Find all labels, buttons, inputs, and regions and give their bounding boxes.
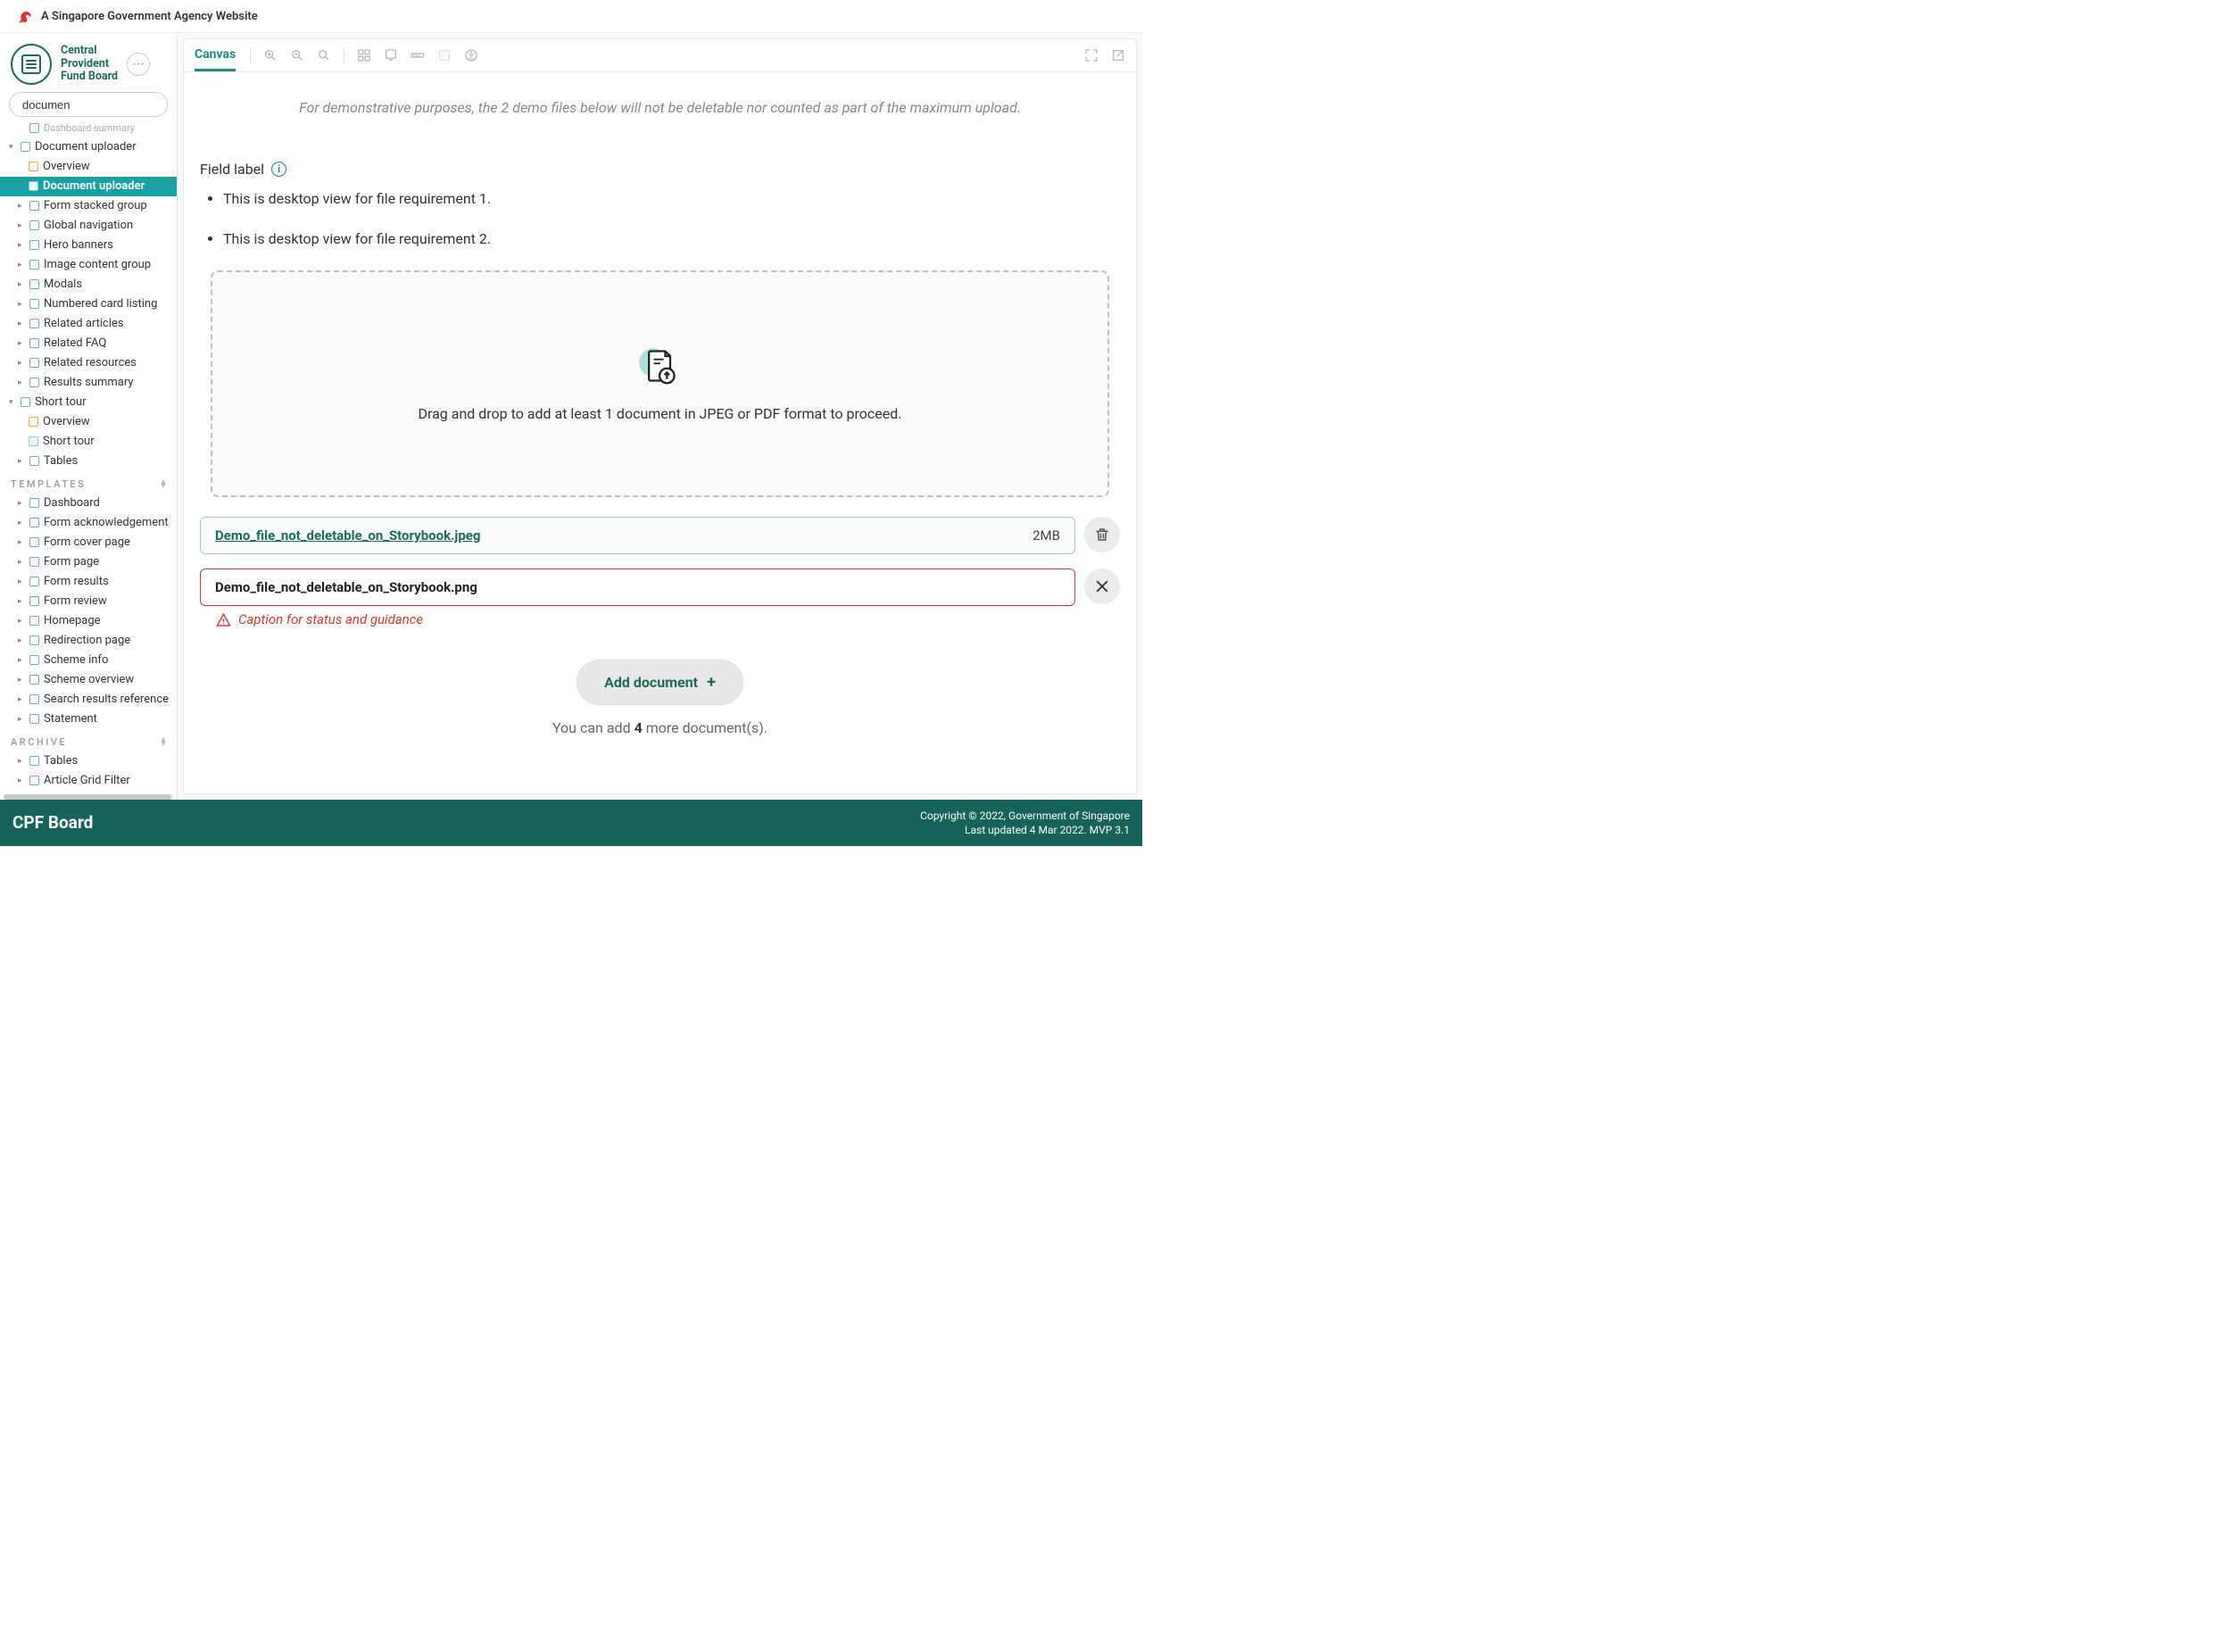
tree-item[interactable]: ▸Scheme overview <box>0 670 177 690</box>
search-input[interactable] <box>22 98 179 112</box>
tree-item[interactable]: ▸Global navigation <box>0 216 177 236</box>
requirement-item: This is desktop view for file requiremen… <box>223 190 1120 207</box>
outline-icon[interactable] <box>437 48 452 62</box>
close-icon <box>1094 578 1110 594</box>
info-icon[interactable]: i <box>271 162 286 177</box>
file-row: Demo_file_not_deletable_on_Storybook.png… <box>184 569 1136 627</box>
accessibility-icon[interactable] <box>464 48 478 62</box>
tree-item[interactable]: ▸Form acknowledgement <box>0 513 177 533</box>
brand-seal-icon <box>11 44 52 85</box>
file-name[interactable]: Demo_file_not_deletable_on_Storybook.jpe… <box>215 527 480 544</box>
brand-more-button[interactable]: ⋯ <box>127 53 150 76</box>
tree-item[interactable]: ▸Dashboard <box>0 494 177 513</box>
brand-text: Central Provident Fund Board <box>61 45 118 83</box>
lion-icon <box>16 7 34 25</box>
tree-item[interactable]: ▸Scheme info <box>0 651 177 670</box>
navigation-tree: Dashboard summary ▾Document uploader Ove… <box>0 122 177 794</box>
add-document-button[interactable]: Add document + <box>576 660 743 705</box>
viewport-icon[interactable] <box>384 48 398 62</box>
footer-title: CPF Board <box>12 812 93 833</box>
tree-item-short-tour-folder[interactable]: ▾Short tour <box>0 393 177 412</box>
error-caption: Caption for status and guidance <box>200 606 1075 627</box>
gov-banner-text: A Singapore Government Agency Website <box>41 10 258 23</box>
section-archive[interactable]: ARCHIVE ▴▾ <box>0 729 177 751</box>
tree-item[interactable]: ▸Form results <box>0 572 177 592</box>
zoom-out-icon[interactable] <box>290 48 304 62</box>
tree-item[interactable]: ▸Related articles <box>0 314 177 334</box>
tree-item[interactable]: ▸Tables <box>0 452 177 471</box>
tree-item-document-uploader[interactable]: Document uploader <box>0 177 177 196</box>
tree-item[interactable]: ▸Numbered card listing <box>0 295 177 314</box>
add-note: You can add 4 more document(s). <box>184 719 1136 736</box>
fullscreen-icon[interactable] <box>1084 48 1099 62</box>
tree-item[interactable]: ▸Redirection page <box>0 631 177 651</box>
canvas-header: Canvas <box>183 38 1137 72</box>
tree-item[interactable]: ▸Form stacked group <box>0 196 177 216</box>
file-card-error[interactable]: Demo_file_not_deletable_on_Storybook.png <box>200 569 1075 606</box>
collapse-icon: ▴▾ <box>161 737 168 746</box>
tree-item-cut: Dashboard summary <box>0 122 177 137</box>
footer-meta: Copyright © 2022, Government of Singapor… <box>920 809 1130 837</box>
canvas: Canvas For demon <box>178 33 1142 800</box>
tree-item-document-uploader-folder[interactable]: ▾Document uploader <box>0 137 177 157</box>
tree-item[interactable]: ▸Related FAQ <box>0 334 177 353</box>
brand: Central Provident Fund Board ⋯ <box>0 33 177 92</box>
tree-item[interactable]: ▸Image content group <box>0 255 177 275</box>
file-size: 2MB <box>1033 527 1060 544</box>
zoom-in-icon[interactable] <box>263 48 278 62</box>
trash-icon <box>1094 527 1110 543</box>
delete-file-button[interactable] <box>1084 517 1120 552</box>
tree-item[interactable]: ▸Form review <box>0 592 177 611</box>
file-card[interactable]: Demo_file_not_deletable_on_Storybook.jpe… <box>200 517 1075 554</box>
field-label: Field label i <box>200 161 1120 178</box>
collapse-icon: ▴▾ <box>161 479 168 488</box>
open-external-icon[interactable] <box>1111 48 1125 62</box>
upload-icon <box>641 346 680 386</box>
file-name: Demo_file_not_deletable_on_Storybook.png <box>215 579 477 595</box>
measure-icon[interactable] <box>411 48 425 62</box>
section-templates[interactable]: TEMPLATES ▴▾ <box>0 471 177 494</box>
tree-item[interactable]: ▸Statement <box>0 710 177 729</box>
tree-item[interactable]: ▸Form cover page <box>0 533 177 552</box>
requirements-list: This is desktop view for file requiremen… <box>200 190 1120 247</box>
canvas-body: For demonstrative purposes, the 2 demo f… <box>183 72 1137 794</box>
zoom-reset-icon[interactable] <box>317 48 331 62</box>
footer: CPF Board Copyright © 2022, Government o… <box>0 800 1142 846</box>
remove-file-button[interactable] <box>1084 569 1120 604</box>
tree-item[interactable]: ▸Results summary <box>0 373 177 393</box>
tree-item[interactable]: ▸Hero banners <box>0 236 177 255</box>
tree-item[interactable]: ▸Related resources <box>0 353 177 373</box>
grid-icon[interactable] <box>357 48 371 62</box>
tree-item[interactable]: ▸Homepage <box>0 611 177 631</box>
tree-item[interactable]: ▸Modals <box>0 275 177 295</box>
requirement-item: This is desktop view for file requiremen… <box>223 230 1120 247</box>
file-row: Demo_file_not_deletable_on_Storybook.jpe… <box>184 517 1136 554</box>
tab-canvas[interactable]: Canvas <box>195 39 236 71</box>
tree-item[interactable]: Overview <box>0 412 177 432</box>
tree-item-overview[interactable]: Overview <box>0 157 177 177</box>
warning-icon <box>216 612 231 627</box>
tree-item[interactable]: ▸Form page <box>0 552 177 572</box>
gov-banner: A Singapore Government Agency Website <box>0 0 1142 33</box>
dropzone[interactable]: Drag and drop to add at least 1 document… <box>211 270 1109 497</box>
tree-item[interactable]: ▸Search results reference <box>0 690 177 710</box>
tree-item[interactable]: ▸Tables <box>0 751 177 771</box>
search-box[interactable]: ✕ <box>9 92 168 117</box>
dropzone-text: Drag and drop to add at least 1 document… <box>418 405 901 422</box>
sidebar: Central Provident Fund Board ⋯ ✕ Dashboa… <box>0 33 178 800</box>
plus-icon: + <box>707 673 716 692</box>
tree-item[interactable]: Short tour <box>0 432 177 452</box>
demo-note: For demonstrative purposes, the 2 demo f… <box>202 99 1118 116</box>
tree-item[interactable]: ▸Article Grid Filter <box>0 771 177 791</box>
